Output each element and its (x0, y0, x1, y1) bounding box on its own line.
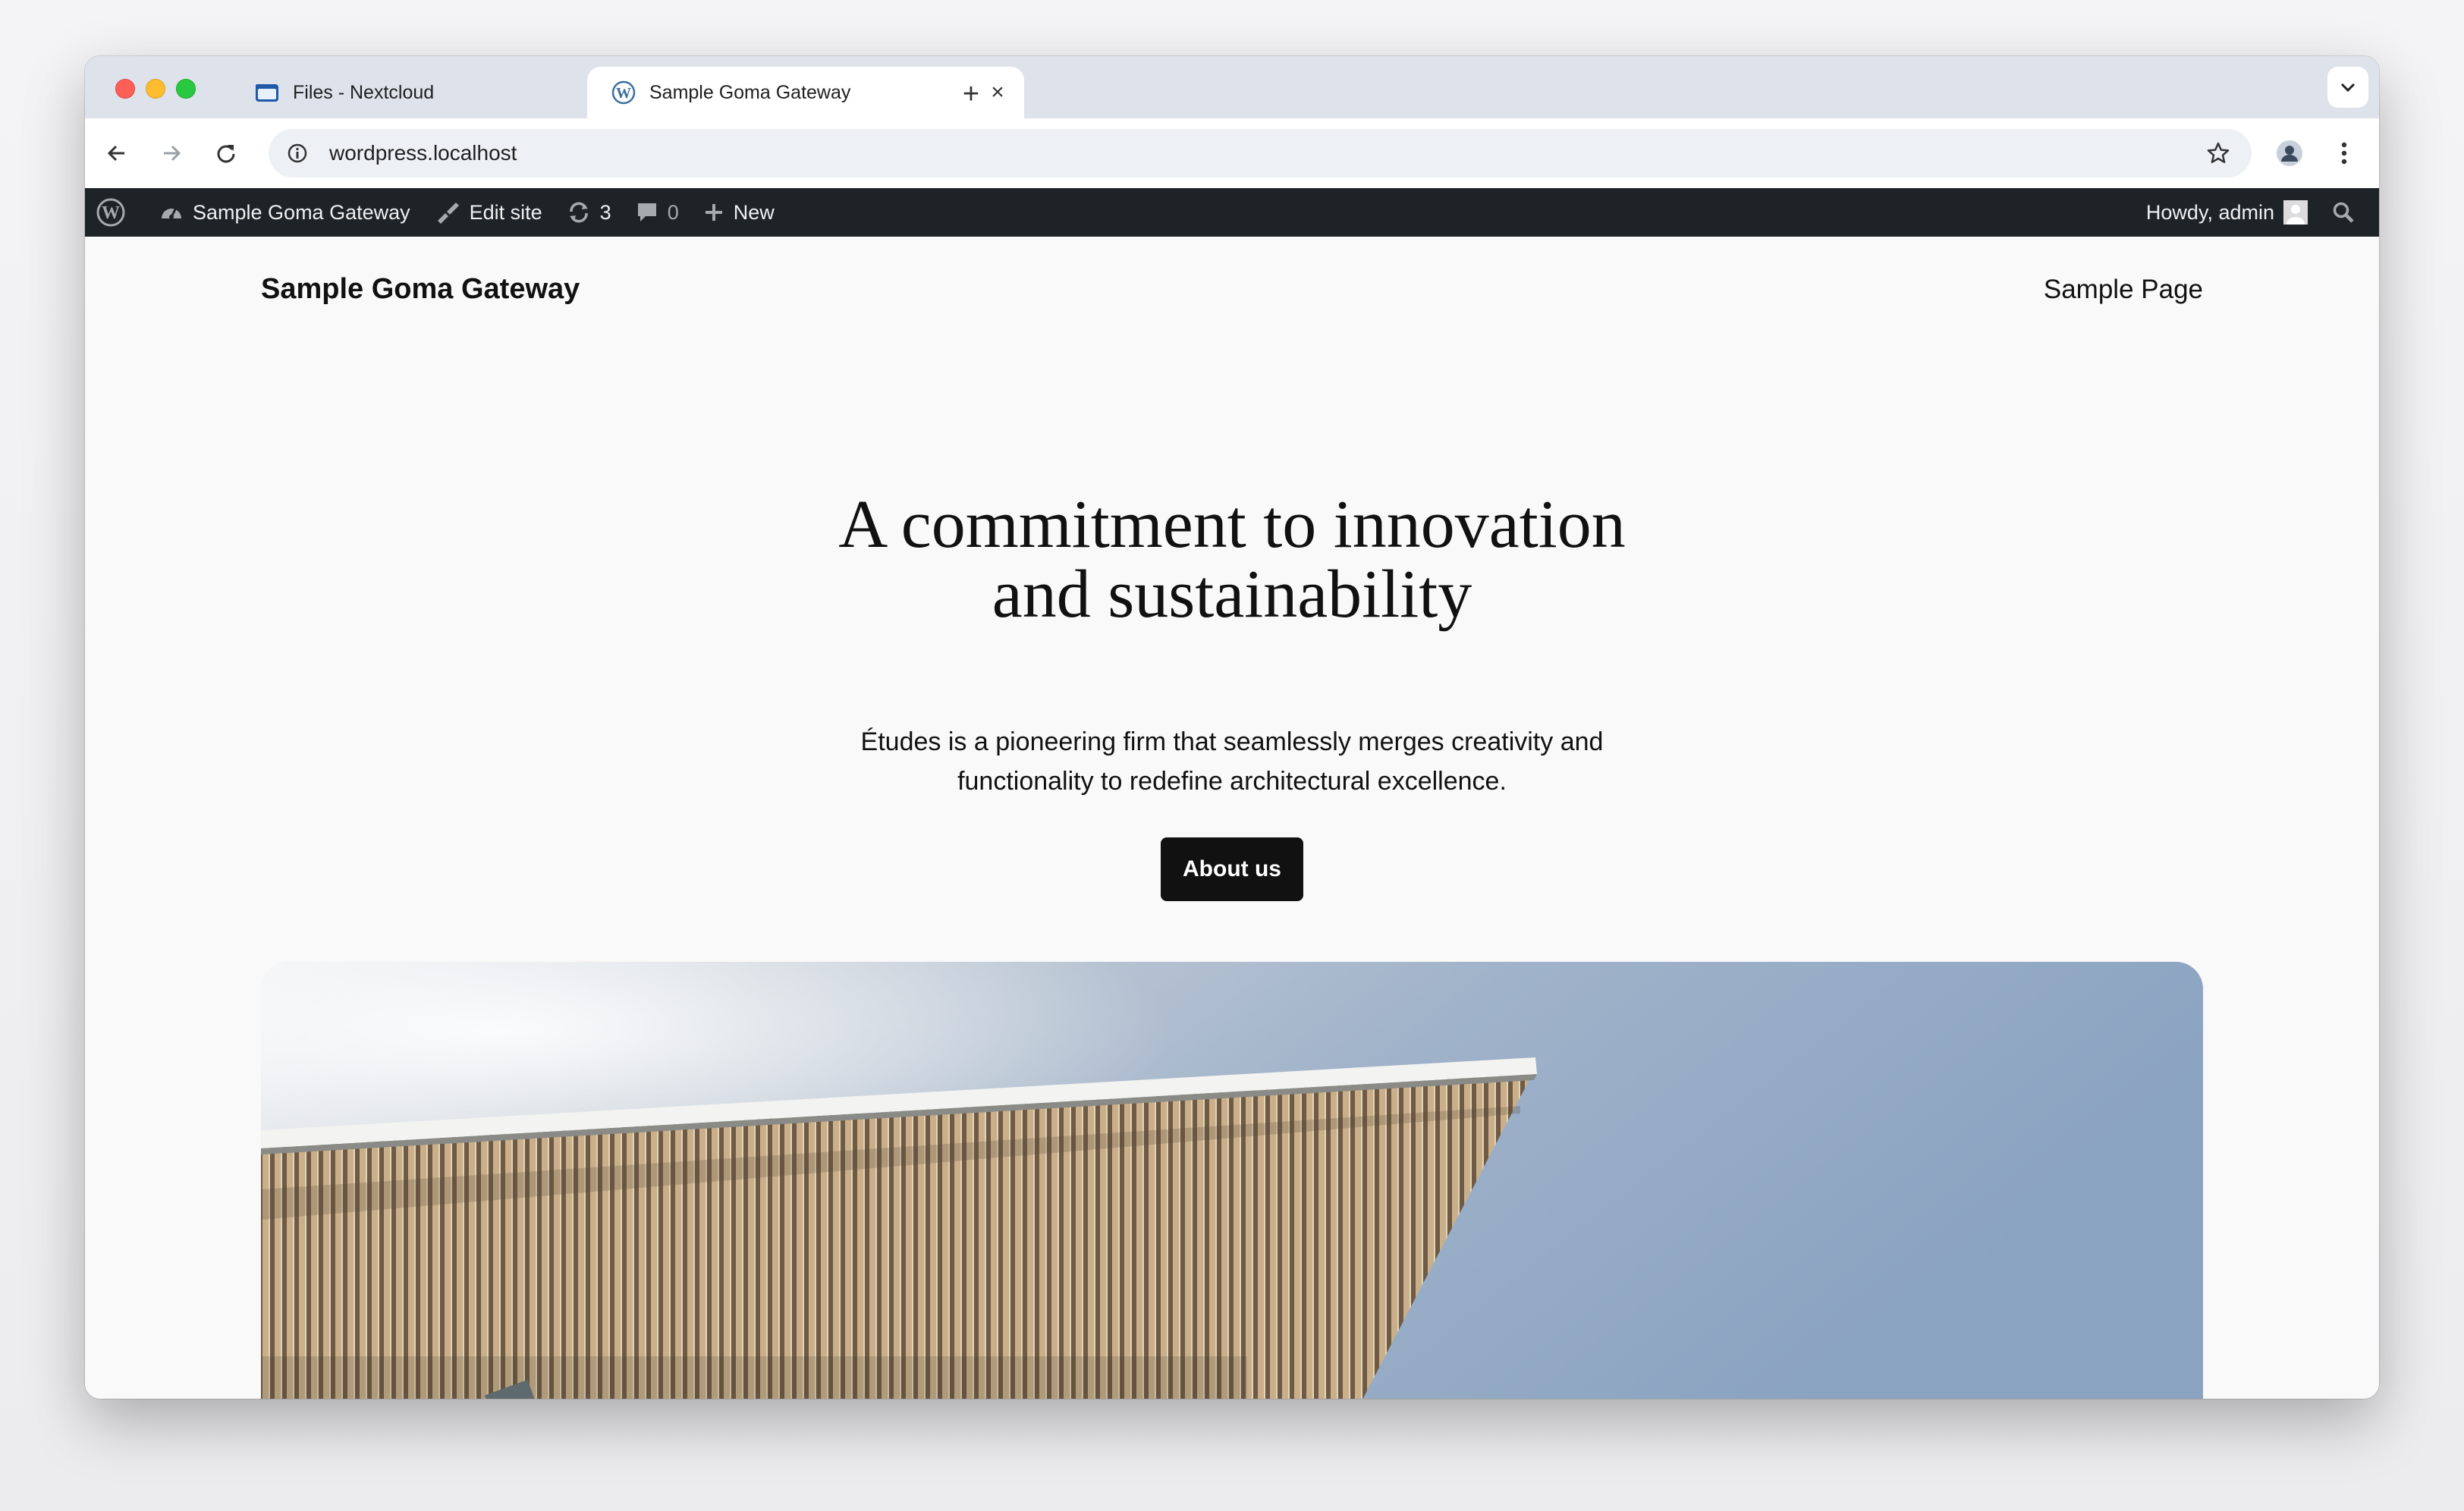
hero-heading-line: A commitment to innovation (838, 487, 1626, 562)
brush-icon (437, 203, 459, 224)
profile-button[interactable] (2270, 134, 2309, 173)
wp-logo-menu[interactable]: W (85, 188, 147, 237)
profile-icon (2277, 140, 2302, 166)
reload-icon (217, 145, 235, 163)
plus-icon (705, 204, 722, 221)
wp-admin-bar: W Sample Goma Gateway Edit site 3 0 New … (85, 188, 2379, 237)
admin-bar-right: Howdy, admin (2134, 188, 2379, 237)
minimize-window-button[interactable] (146, 79, 165, 99)
maximize-window-button[interactable] (176, 79, 196, 99)
hero-subtitle-line: functionality to redefine architectural … (957, 767, 1507, 796)
new-tab-button[interactable]: + (950, 73, 992, 115)
browser-window: Files - Nextcloud × W Sample Goma Gatewa… (85, 56, 2379, 1399)
back-button[interactable] (97, 134, 137, 173)
tab-search-button[interactable] (2327, 67, 2368, 108)
hero-subtitle: Études is a pioneering firm that seamles… (85, 722, 2379, 801)
tab-strip: Files - Nextcloud × W Sample Goma Gatewa… (85, 56, 2379, 118)
updates-icon (569, 202, 588, 223)
updates-count: 3 (599, 200, 611, 224)
site-info-icon[interactable] (285, 141, 310, 165)
dashboard-icon (162, 207, 181, 219)
arrow-right-icon (164, 145, 181, 162)
updates-link[interactable]: 3 (555, 188, 624, 237)
site-title[interactable]: Sample Goma Gateway (261, 273, 580, 306)
address-bar[interactable]: wordpress.localhost (269, 129, 2252, 177)
forward-button[interactable] (152, 134, 191, 173)
account-menu[interactable]: Howdy, admin (2134, 188, 2320, 237)
about-us-button[interactable]: About us (1161, 837, 1303, 901)
svg-text:W: W (102, 203, 120, 223)
tab-label: Files - Nextcloud (293, 81, 435, 103)
hero-heading-line: and sustainability (992, 557, 1472, 632)
hero-subtitle-line: Études is a pioneering firm that seamles… (860, 727, 1604, 756)
bookmark-star-icon[interactable] (2206, 141, 2230, 165)
nav-link-sample-page[interactable]: Sample Page (2044, 275, 2203, 305)
browser-menu-button[interactable] (2324, 134, 2364, 173)
comments-count: 0 (667, 200, 679, 224)
site-name-label: Sample Goma Gateway (193, 200, 410, 224)
browser-toolbar: wordpress.localhost (85, 118, 2379, 188)
more-vertical-icon (2341, 142, 2347, 165)
page-content: Sample Goma Gateway Sample Page A commit… (85, 237, 2379, 1399)
chevron-down-icon (2340, 83, 2356, 93)
avatar (2283, 200, 2308, 225)
hero-image (261, 962, 2203, 1399)
folder-icon (255, 80, 279, 105)
search-icon (2333, 202, 2354, 223)
site-name-menu[interactable]: Sample Goma Gateway (147, 188, 423, 237)
reload-button[interactable] (206, 134, 246, 173)
url-text: wordpress.localhost (329, 141, 517, 165)
admin-search-button[interactable] (2320, 188, 2379, 237)
comment-icon (637, 203, 656, 221)
hero-heading: A commitment to innovation and sustainab… (85, 490, 2379, 630)
comments-link[interactable]: 0 (624, 188, 691, 237)
wordpress-icon: W (96, 198, 125, 227)
greeting-label: Howdy, admin (2145, 200, 2274, 224)
new-label: New (733, 200, 775, 224)
svg-text:W: W (616, 85, 631, 102)
edit-site-link[interactable]: Edit site (423, 188, 555, 237)
edit-site-label: Edit site (469, 200, 542, 224)
wordpress-icon: W (611, 80, 636, 105)
close-window-button[interactable] (115, 79, 135, 99)
new-content-menu[interactable]: New (691, 188, 787, 237)
tab-label: Sample Goma Gateway (649, 81, 851, 103)
arrow-left-icon (107, 145, 124, 162)
